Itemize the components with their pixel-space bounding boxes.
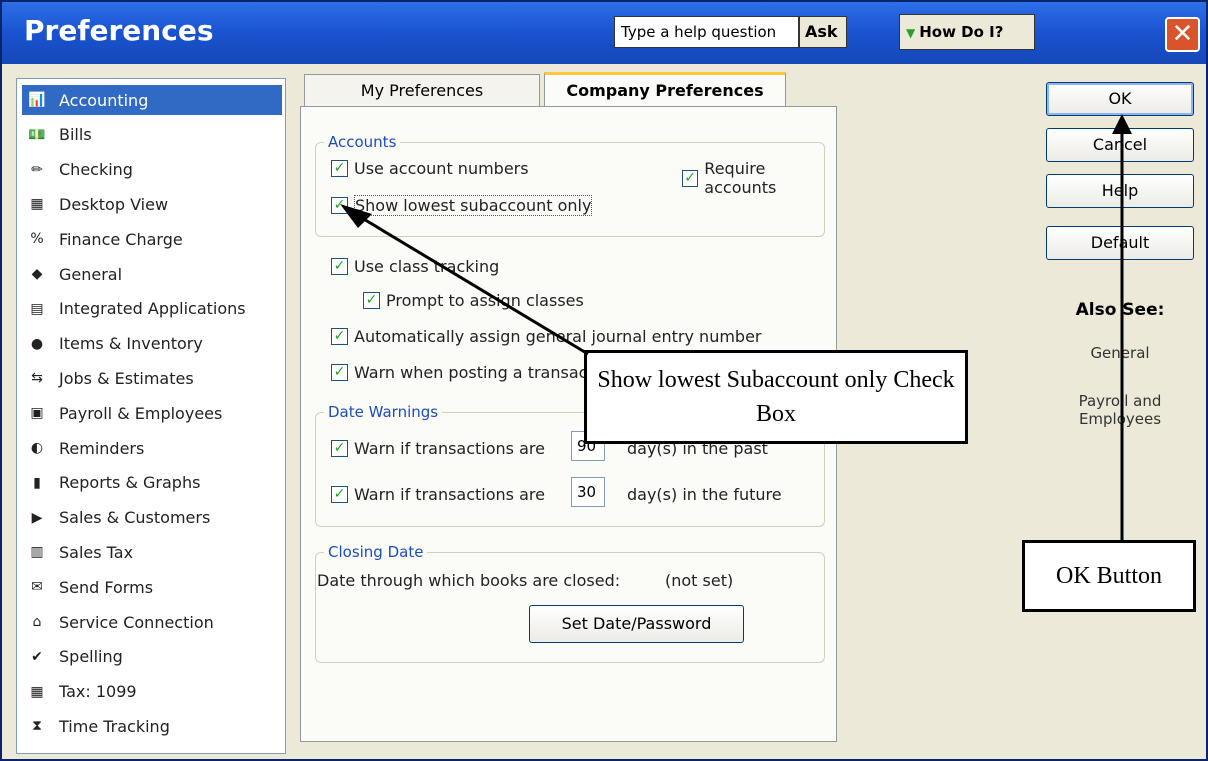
preferences-window: Preferences Type a help question Ask ▼ Ho… <box>0 0 1208 761</box>
arrow-head-subaccount-icon <box>340 204 372 228</box>
arrow-line-subaccount <box>351 210 589 356</box>
annotation-arrows <box>340 114 1132 540</box>
arrow-head-ok-icon <box>1112 114 1132 134</box>
